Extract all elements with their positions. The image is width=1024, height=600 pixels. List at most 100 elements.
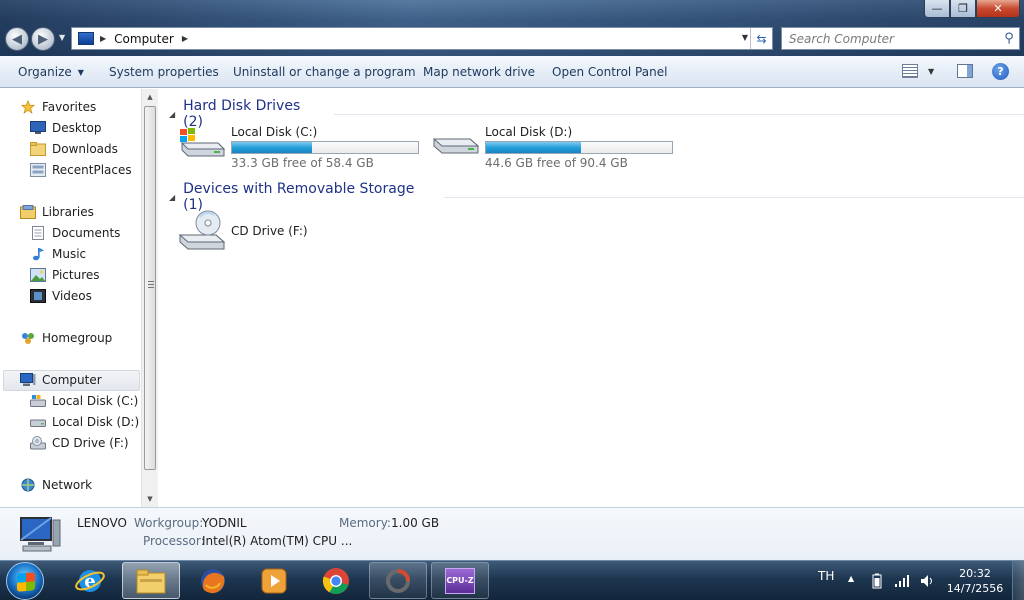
desktop-icon xyxy=(30,121,46,134)
network-signal-icon[interactable] xyxy=(894,574,910,588)
nav-scrollbar[interactable]: ▲ ▼ xyxy=(141,89,158,507)
network-icon xyxy=(21,478,35,492)
group-divider xyxy=(444,196,1024,198)
scroll-grip-icon xyxy=(148,281,154,289)
homegroup-icon xyxy=(22,333,34,344)
address-bar[interactable]: ▶ Computer ▶ ▼ ⇆ xyxy=(71,27,773,50)
breadcrumb-chevron-icon[interactable]: ▶ xyxy=(182,34,188,43)
nav-item-downloads[interactable]: Downloads xyxy=(30,140,118,158)
minimize-button[interactable]: — xyxy=(924,0,950,18)
start-button[interactable] xyxy=(6,562,44,600)
nav-item-pictures[interactable]: Pictures xyxy=(30,266,100,284)
scroll-thumb[interactable] xyxy=(144,106,156,470)
collapse-triangle-icon[interactable]: ◢ xyxy=(169,110,175,119)
scroll-up-icon[interactable]: ▲ xyxy=(142,89,158,105)
maximize-button[interactable]: ❐ xyxy=(950,0,976,18)
nav-item-documents[interactable]: Documents xyxy=(30,224,120,242)
nav-label-homegroup: Homegroup xyxy=(42,331,113,345)
chrome-icon xyxy=(322,567,349,594)
address-history-dropdown-icon[interactable]: ▼ xyxy=(742,33,748,42)
battery-icon[interactable] xyxy=(872,573,882,589)
close-button[interactable]: ✕ xyxy=(976,0,1020,18)
nav-label-cd-drive: CD Drive (F:) xyxy=(52,436,129,450)
taskbar-app-running[interactable] xyxy=(369,562,427,599)
hard-drive-icon xyxy=(432,138,480,154)
computer-name: LENOVO xyxy=(77,516,127,530)
nav-item-computer[interactable]: Computer xyxy=(20,371,102,389)
processor-value: Intel(R) Atom(TM) CPU ... xyxy=(202,534,353,548)
preview-pane-icon[interactable] xyxy=(957,64,973,78)
taskbar-chrome[interactable] xyxy=(307,562,365,599)
processor-label: Processor: xyxy=(143,534,205,548)
recent-places-icon xyxy=(30,163,46,177)
details-pane: LENOVO Workgroup: YODNIL Memory: 1.00 GB… xyxy=(0,507,1024,560)
chevron-down-icon: ▼ xyxy=(77,68,84,77)
search-box[interactable]: ⚲ xyxy=(781,27,1020,50)
nav-item-favorites[interactable]: Favorites xyxy=(20,98,96,116)
taskbar-windows-explorer[interactable] xyxy=(122,562,180,599)
drive-name: Local Disk (C:) xyxy=(231,125,318,139)
help-icon[interactable]: ? xyxy=(992,63,1009,80)
star-icon xyxy=(20,100,36,114)
input-language-indicator[interactable]: TH xyxy=(818,569,834,583)
breadcrumb-separator-icon[interactable]: ▶ xyxy=(100,34,106,43)
nav-item-cd-drive[interactable]: CD Drive (F:) xyxy=(30,434,129,452)
refresh-button[interactable]: ⇆ xyxy=(750,28,772,49)
recent-pages-dropdown[interactable]: ▼ xyxy=(59,33,65,42)
group-header-removable-storage[interactable]: ◢ Devices with Removable Storage (1) xyxy=(169,181,1024,213)
show-hidden-icons-icon[interactable]: ▲ xyxy=(848,574,854,583)
show-desktop-button[interactable] xyxy=(1012,561,1024,600)
search-icon[interactable]: ⚲ xyxy=(999,31,1019,46)
drive-usage-fill xyxy=(232,142,312,153)
nav-item-recentplaces[interactable]: RecentPlaces xyxy=(30,161,132,179)
open-control-panel-button[interactable]: Open Control Panel xyxy=(552,65,667,79)
map-network-drive-button[interactable]: Map network drive xyxy=(423,65,535,79)
system-properties-button[interactable]: System properties xyxy=(109,65,219,79)
workgroup-value: YODNIL xyxy=(202,516,247,530)
taskbar-internet-explorer[interactable]: e xyxy=(61,562,119,599)
forward-button[interactable]: ▶ xyxy=(31,27,55,51)
nav-item-homegroup[interactable]: Homegroup xyxy=(20,329,112,347)
back-button[interactable]: ◀ xyxy=(5,27,29,51)
nav-item-local-disk-c[interactable]: Local Disk (C:) xyxy=(30,392,138,410)
nav-label-downloads: Downloads xyxy=(52,142,118,156)
music-note-icon xyxy=(33,248,44,261)
taskbar-cpu-z[interactable]: CPU-Z xyxy=(431,562,489,599)
taskbar-firefox[interactable] xyxy=(184,562,242,599)
nav-label-music: Music xyxy=(52,247,87,261)
breadcrumb-computer[interactable]: Computer xyxy=(114,32,174,46)
navigation-pane: Favorites Desktop Downloads RecentPlaces… xyxy=(0,89,158,507)
clock-date: 14/7/2556 xyxy=(946,582,1004,595)
change-view-icon[interactable] xyxy=(902,64,918,78)
downloads-folder-icon xyxy=(30,142,46,156)
nav-item-desktop[interactable]: Desktop xyxy=(30,119,102,137)
videos-icon xyxy=(30,289,46,303)
window-controls: — ❐ ✕ xyxy=(924,0,1020,18)
nav-label-local-disk-d: Local Disk (D:) xyxy=(52,415,140,429)
volume-icon[interactable] xyxy=(919,573,935,589)
uninstall-program-button[interactable]: Uninstall or change a program xyxy=(233,65,416,79)
organize-button[interactable]: Organize ▼ xyxy=(18,65,84,79)
drive-usage-bar xyxy=(231,141,419,154)
collapse-triangle-icon[interactable]: ◢ xyxy=(169,193,175,202)
nav-item-network[interactable]: Network xyxy=(20,476,92,494)
search-input[interactable] xyxy=(782,28,999,49)
internet-explorer-icon: e xyxy=(75,569,105,592)
cpu-z-icon: CPU-Z xyxy=(445,567,475,594)
back-arrow-icon: ◀ xyxy=(12,31,22,47)
nav-item-local-disk-d[interactable]: Local Disk (D:) xyxy=(30,413,139,431)
nav-item-videos[interactable]: Videos xyxy=(30,287,92,305)
nav-label-desktop: Desktop xyxy=(52,121,102,135)
cd-drive-icon xyxy=(178,210,226,250)
nav-item-music[interactable]: Music xyxy=(30,245,86,263)
scroll-down-icon[interactable]: ▼ xyxy=(142,491,158,507)
system-clock[interactable]: 20:32 14/7/2556 xyxy=(940,566,1010,596)
taskbar: e CPU-Z TH ▲ 20:32 14/7/2556 xyxy=(0,560,1024,600)
nav-label-recentplaces: RecentPlaces xyxy=(52,163,132,177)
nav-item-libraries[interactable]: Libraries xyxy=(20,203,94,221)
view-options-dropdown-icon[interactable]: ▼ xyxy=(928,67,934,76)
taskbar-media-player[interactable] xyxy=(245,562,303,599)
nav-label-favorites: Favorites xyxy=(42,100,97,114)
group-divider xyxy=(334,113,1024,115)
content-pane: ◢ Hard Disk Drives (2) Local Disk (C:) 3… xyxy=(159,89,1024,507)
